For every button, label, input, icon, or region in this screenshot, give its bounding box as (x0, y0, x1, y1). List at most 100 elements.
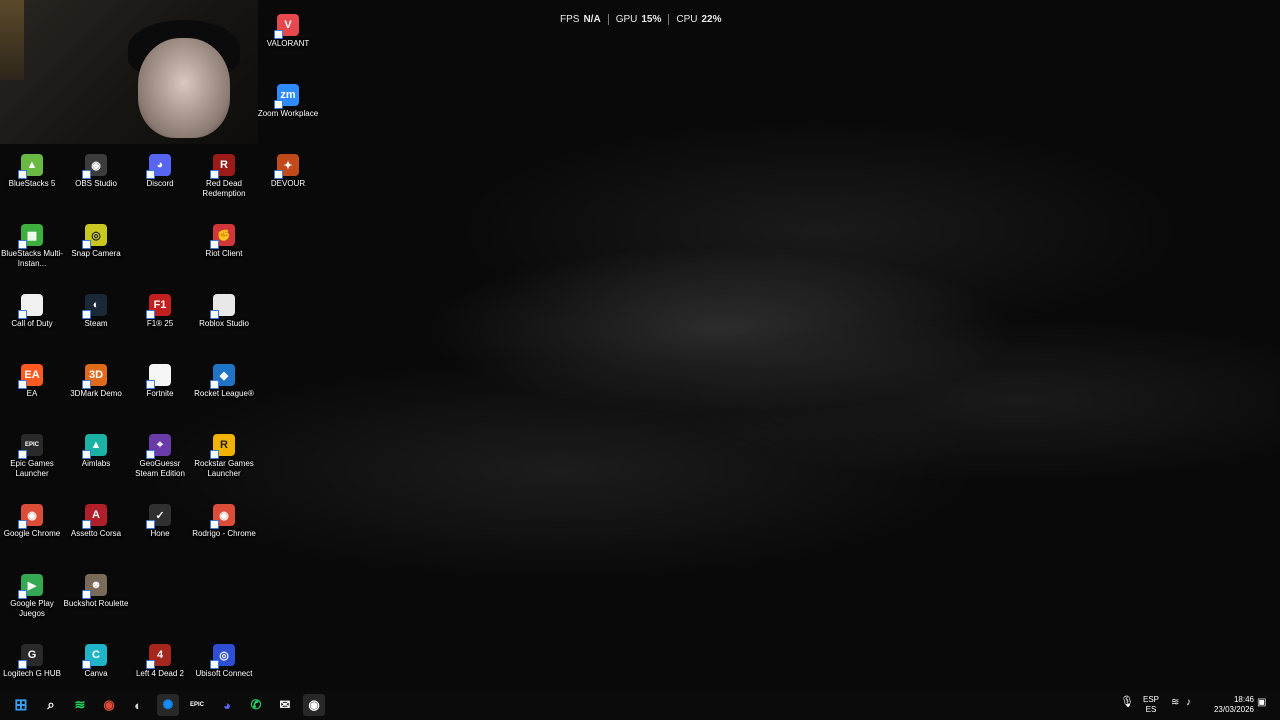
desktop-icon-label: Epic Games Launcher (10, 459, 54, 478)
app-icon: ⌖ (146, 434, 171, 459)
clock-date: 23/03/2026 (1213, 705, 1254, 714)
desktop-icon-label: BlueStacks Multi-Instan... (1, 249, 63, 268)
clock[interactable]: 18:46 23/03/2026 (1206, 695, 1254, 715)
desktop-icon[interactable]: ◉ Google Chrome (0, 498, 64, 568)
desktop-icon-label: Fortnite (146, 389, 174, 398)
desktop-icon[interactable]: Roblox Studio (192, 288, 256, 358)
desktop-icon-label: Assetto Corsa (70, 529, 122, 538)
desktop-icon-label: 3DMark Demo (70, 389, 122, 398)
app-icon: ◕ (146, 154, 171, 179)
desktop-icon-label: VALORANT (266, 39, 310, 48)
app-icon: C (82, 644, 107, 669)
desktop-icon[interactable]: EPIC Epic Games Launcher (0, 428, 64, 498)
desktop-icon[interactable]: ▲ Aimlabs (64, 428, 128, 498)
desktop-icon-label: Google Play Juegos (10, 599, 54, 618)
performance-overlay: FPS N/A GPU 15% CPU 22% (560, 12, 730, 26)
desktop-icon-label: Hone (150, 529, 170, 538)
cpu-label: CPU (676, 13, 698, 25)
microphone-icon[interactable]: 🎙 (1120, 697, 1134, 708)
desktop-icon-label: Discord (146, 179, 174, 188)
desktop-icon[interactable]: ◎ Snap Camera (64, 218, 128, 288)
desktop-icon[interactable]: ▲ BlueStacks 5 (0, 148, 64, 218)
discord-icon[interactable]: ◕ (216, 694, 238, 716)
desktop-icon[interactable]: ▶ Google Play Juegos (0, 568, 64, 638)
app-icon: zm (274, 84, 299, 109)
desktop-icon[interactable]: V VALORANT (256, 8, 320, 78)
desktop-icon-label: Left 4 Dead 2 (135, 669, 185, 678)
desktop-icon-label: GeoGuessr Steam Edition (135, 459, 185, 478)
desktop-icon-label: Steam (84, 319, 108, 328)
desktop-icon[interactable]: ✓ Hone (128, 498, 192, 568)
desktop-icon[interactable]: Fortnite (128, 358, 192, 428)
cpu-value: 22% (701, 13, 722, 25)
app-icon: ☻ (82, 574, 107, 599)
app-icon: F1 (146, 294, 171, 319)
desktop-icon[interactable]: ☻ Buckshot Roulette (64, 568, 128, 638)
epic-icon[interactable]: EPIC (186, 694, 208, 716)
desktop-icon-label: Roblox Studio (199, 319, 249, 328)
desktop-icon[interactable]: F1 F1® 25 (128, 288, 192, 358)
fps-label: FPS (560, 13, 580, 25)
desktop-icon[interactable]: R Red Dead Redemption (192, 148, 256, 218)
desktop-icon[interactable]: R Rockstar Games Launcher (192, 428, 256, 498)
desktop-icon-label: BlueStacks 5 (8, 179, 56, 188)
gpu-label: GPU (615, 13, 638, 25)
gpu-value: 15% (641, 13, 662, 25)
language-indicator[interactable]: ESP ES (1143, 695, 1159, 715)
clock-time: 18:46 (1233, 695, 1254, 704)
desktop-icon[interactable]: ◉ OBS Studio (64, 148, 128, 218)
app-icon: ✦ (274, 154, 299, 179)
app-icon: ✓ (146, 504, 171, 529)
app-icon: A (82, 504, 107, 529)
desktop-icon-label: Snap Camera (71, 249, 121, 258)
desktop-icon-label: Red Dead Redemption (202, 179, 246, 198)
desktop-icon[interactable]: ✊ Riot Client (192, 218, 256, 288)
mail-icon[interactable]: ✉ (274, 694, 296, 716)
desktop-icon-label: OBS Studio (75, 179, 117, 188)
desktop-icon-label: F1® 25 (146, 319, 174, 328)
desktop-icon-label: Aimlabs (81, 459, 111, 468)
desktop-icon[interactable]: zm Zoom Workplace (256, 78, 320, 148)
start-button[interactable]: ⊞ (10, 694, 32, 716)
desktop-icon[interactable]: A Assetto Corsa (64, 498, 128, 568)
app-icon (146, 364, 171, 389)
desktop-icon-label: DEVOUR (270, 179, 306, 188)
app-icon: ◆ (210, 364, 235, 389)
app-icon: ◉ (82, 154, 107, 179)
language-bottom: ES (1145, 705, 1157, 714)
steam-icon[interactable]: ◐ (127, 694, 149, 716)
desktop-icon[interactable]: ⌖ GeoGuessr Steam Edition (128, 428, 192, 498)
desktop-icon[interactable]: ◕ Discord (128, 148, 192, 218)
desktop-icon-label: Call of Duty (11, 319, 53, 328)
spotify-icon[interactable]: ≋ (69, 694, 91, 716)
desktop-icon[interactable]: 3D 3DMark Demo (64, 358, 128, 428)
desktop-icon-label: Ubisoft Connect (195, 669, 253, 678)
desktop-icon-label: Riot Client (205, 249, 243, 258)
volume-icon[interactable]: ♪ (1186, 698, 1191, 708)
fps-value: N/A (583, 13, 601, 25)
wifi-icon[interactable]: ≋ (1171, 698, 1179, 708)
desktop-icon[interactable]: EA EA (0, 358, 64, 428)
desktop-icon[interactable]: ◐ Steam (64, 288, 128, 358)
desktop-icon-label: Rocket League® (194, 389, 254, 398)
battlenet-icon[interactable]: ✺ (157, 694, 179, 716)
notification-icon[interactable]: ▣ (1257, 698, 1266, 708)
app-icon: ◎ (210, 644, 235, 669)
app-icon (18, 294, 43, 319)
desktop-icon-label: Buckshot Roulette (63, 599, 129, 608)
obs-icon[interactable]: ◉ (303, 694, 325, 716)
desktop-icon-label: Canva (84, 669, 108, 678)
webcam-overlay (0, 0, 258, 144)
desktop-icon[interactable]: ✦ DEVOUR (256, 148, 320, 218)
app-icon: R (210, 434, 235, 459)
app-icon: G (18, 644, 43, 669)
app-icon: ▶ (18, 574, 43, 599)
whatsapp-icon[interactable]: ✆ (245, 694, 267, 716)
chrome-icon[interactable]: ◉ (98, 694, 120, 716)
desktop-icon-label: Zoom Workplace (257, 109, 319, 118)
desktop-icon[interactable]: Call of Duty (0, 288, 64, 358)
desktop-icon[interactable]: ◆ Rocket League® (192, 358, 256, 428)
desktop-icon[interactable]: ▦ BlueStacks Multi-Instan... (0, 218, 64, 288)
search-icon[interactable]: ⌕ (40, 694, 62, 716)
desktop-icon[interactable]: ◉ Rodrigo - Chrome (192, 498, 256, 568)
